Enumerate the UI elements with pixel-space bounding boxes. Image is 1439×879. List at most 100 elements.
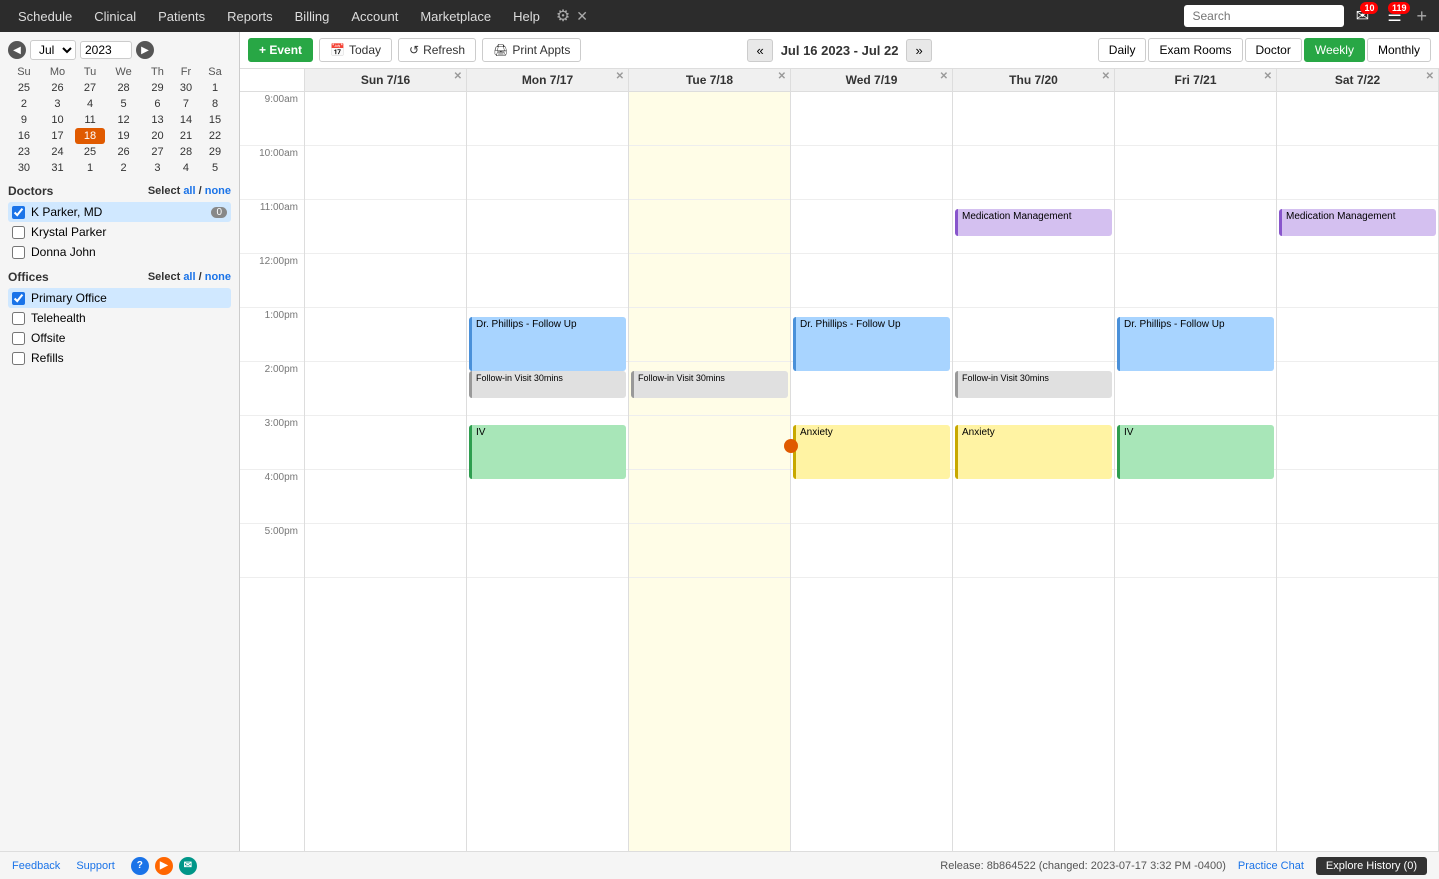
mini-cal-day[interactable]: 29 [142, 80, 173, 96]
hour-cell[interactable] [791, 92, 952, 146]
mini-cal-day[interactable]: 3 [142, 160, 173, 176]
mini-cal-day[interactable]: 6 [142, 96, 173, 112]
chat-icon[interactable]: ✉ [179, 857, 197, 875]
hour-cell[interactable] [467, 524, 628, 578]
exam-rooms-view-btn[interactable]: Exam Rooms [1148, 38, 1242, 62]
cal-event-1-1[interactable]: Follow-in Visit 30mins [469, 371, 626, 398]
weekly-view-btn[interactable]: Weekly [1304, 38, 1365, 62]
close-day-4[interactable]: ✕ [1102, 71, 1110, 82]
hour-cell[interactable] [1115, 92, 1276, 146]
mini-cal-day[interactable]: 3 [40, 96, 75, 112]
cal-event-4-0[interactable]: Medication Management [955, 209, 1112, 236]
hour-cell[interactable] [1115, 146, 1276, 200]
mini-cal-day[interactable]: 19 [105, 128, 142, 144]
hour-cell[interactable] [1115, 200, 1276, 254]
mini-cal-day[interactable]: 13 [142, 112, 173, 128]
hour-cell[interactable] [305, 146, 466, 200]
hour-cell[interactable] [629, 524, 790, 578]
mini-cal-day[interactable]: 23 [8, 144, 40, 160]
hour-cell[interactable] [953, 146, 1114, 200]
info-icon[interactable]: ? [131, 857, 149, 875]
doctor-checkbox-1[interactable] [12, 226, 25, 239]
mini-cal-day[interactable]: 9 [8, 112, 40, 128]
drag-indicator[interactable] [784, 439, 798, 453]
hour-cell[interactable] [1277, 362, 1438, 416]
mini-cal-day[interactable]: 5 [105, 96, 142, 112]
cal-event-1-2[interactable]: IV [469, 425, 626, 479]
cal-event-3-1[interactable]: Anxiety [793, 425, 950, 479]
cal-month-select[interactable]: Jul [30, 40, 76, 60]
doctor-view-btn[interactable]: Doctor [1245, 38, 1302, 62]
doctor-checkbox-2[interactable] [12, 246, 25, 259]
mini-cal-day[interactable]: 2 [105, 160, 142, 176]
hour-cell[interactable] [1277, 254, 1438, 308]
explore-history-btn[interactable]: Explore History (0) [1316, 857, 1427, 875]
hour-cell[interactable] [791, 254, 952, 308]
mini-cal-day[interactable]: 11 [75, 112, 105, 128]
play-icon[interactable]: ▶ [155, 857, 173, 875]
cal-event-6-0[interactable]: Medication Management [1279, 209, 1436, 236]
hour-cell[interactable] [953, 254, 1114, 308]
hour-cell[interactable] [629, 200, 790, 254]
search-input[interactable] [1184, 5, 1344, 27]
cal-day-col-2[interactable]: Follow-in Visit 30mins [629, 92, 791, 851]
mini-cal-day[interactable]: 10 [40, 112, 75, 128]
mini-cal-day[interactable]: 28 [105, 80, 142, 96]
hour-cell[interactable] [305, 470, 466, 524]
mini-cal-day[interactable]: 26 [40, 80, 75, 96]
hour-cell[interactable] [1115, 254, 1276, 308]
nav-account[interactable]: Account [341, 3, 408, 30]
close-day-3[interactable]: ✕ [940, 71, 948, 82]
mini-cal-day[interactable]: 22 [199, 128, 231, 144]
add-icon[interactable]: + [1412, 6, 1431, 27]
nav-reports[interactable]: Reports [217, 3, 283, 30]
hour-cell[interactable] [467, 146, 628, 200]
cal-year-input[interactable] [80, 41, 132, 59]
mini-cal-day[interactable]: 30 [8, 160, 40, 176]
mini-cal-day[interactable]: 18 [75, 128, 105, 144]
hour-cell[interactable] [467, 254, 628, 308]
offices-select-all[interactable]: all [183, 271, 195, 283]
mini-cal-day[interactable]: 7 [173, 96, 199, 112]
cal-next-btn[interactable]: ▶ [136, 41, 154, 59]
close-day-1[interactable]: ✕ [616, 71, 624, 82]
doctors-select-all[interactable]: all [183, 185, 195, 197]
hour-cell[interactable] [305, 362, 466, 416]
nav-clinical[interactable]: Clinical [84, 3, 146, 30]
hour-cell[interactable] [791, 146, 952, 200]
cal-day-col-3[interactable]: Dr. Phillips - Follow UpAnxiety [791, 92, 953, 851]
mini-cal-day[interactable]: 8 [199, 96, 231, 112]
refresh-btn[interactable]: ↺ Refresh [398, 38, 476, 62]
mini-cal-day[interactable]: 25 [75, 144, 105, 160]
doctor-item-1[interactable]: Krystal Parker [8, 222, 231, 242]
mini-cal-day[interactable]: 16 [8, 128, 40, 144]
hour-cell[interactable] [1277, 146, 1438, 200]
hour-cell[interactable] [305, 524, 466, 578]
office-checkbox-1[interactable] [12, 312, 25, 325]
doctor-item-0[interactable]: K Parker, MD0 [8, 202, 231, 222]
hour-cell[interactable] [305, 416, 466, 470]
cal-event-4-1[interactable]: Follow-in Visit 30mins [955, 371, 1112, 398]
cal-event-5-0[interactable]: Dr. Phillips - Follow Up [1117, 317, 1274, 371]
cal-day-col-0[interactable] [305, 92, 467, 851]
hour-cell[interactable] [953, 92, 1114, 146]
hour-cell[interactable] [305, 92, 466, 146]
cal-event-4-2[interactable]: Anxiety [955, 425, 1112, 479]
mini-cal-day[interactable]: 26 [105, 144, 142, 160]
mini-cal-day[interactable]: 15 [199, 112, 231, 128]
cal-event-1-0[interactable]: Dr. Phillips - Follow Up [469, 317, 626, 371]
mini-cal-day[interactable]: 24 [40, 144, 75, 160]
cal-event-5-1[interactable]: IV [1117, 425, 1274, 479]
mini-cal-day[interactable]: 25 [8, 80, 40, 96]
close-day-5[interactable]: ✕ [1264, 71, 1272, 82]
hour-cell[interactable] [1277, 92, 1438, 146]
mini-cal-day[interactable]: 27 [75, 80, 105, 96]
mini-cal-day[interactable]: 2 [8, 96, 40, 112]
mini-cal-day[interactable]: 4 [75, 96, 105, 112]
mini-cal-day[interactable]: 5 [199, 160, 231, 176]
hour-cell[interactable] [1277, 416, 1438, 470]
mini-cal-day[interactable]: 20 [142, 128, 173, 144]
support-link[interactable]: Support [76, 860, 115, 872]
office-item-1[interactable]: Telehealth [8, 308, 231, 328]
cal-event-2-0[interactable]: Follow-in Visit 30mins [631, 371, 788, 398]
